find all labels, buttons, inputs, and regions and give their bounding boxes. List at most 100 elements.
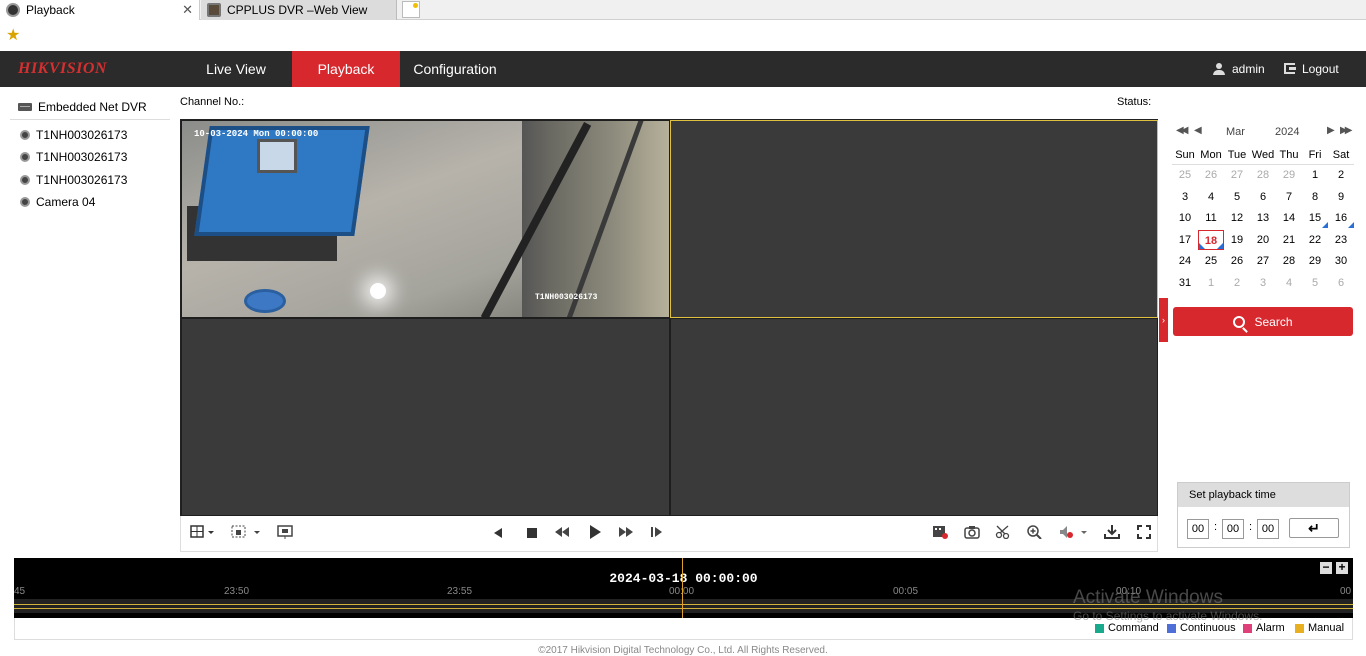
calendar-day[interactable]: 28 <box>1276 251 1302 271</box>
camera-item-3[interactable]: T1NH003026173 <box>20 173 127 187</box>
grid-layout-icon <box>190 525 214 538</box>
search-label: Search <box>1254 314 1293 329</box>
close-tab-icon[interactable]: ✕ <box>182 2 193 18</box>
calendar-day[interactable]: 29 <box>1302 251 1328 271</box>
calendar-day[interactable]: 31 <box>1172 273 1198 293</box>
frame-step-button[interactable] <box>648 525 666 543</box>
calendar-day[interactable]: 30 <box>1328 251 1354 271</box>
timeline-tick: 45 <box>14 586 26 597</box>
nav-playback[interactable]: Playback <box>292 51 400 87</box>
fast-forward-button[interactable] <box>617 525 635 543</box>
calendar-day[interactable]: 4 <box>1198 187 1224 207</box>
calendar-day[interactable]: 10 <box>1172 208 1198 228</box>
calendar-day[interactable]: 12 <box>1224 208 1250 228</box>
calendar-day[interactable]: 26 <box>1198 165 1224 185</box>
camera-item-2[interactable]: T1NH003026173 <box>20 150 127 164</box>
fullscreen-button[interactable] <box>1135 525 1153 543</box>
nav-live-view[interactable]: Live View <box>182 51 290 87</box>
prev-year-icon[interactable]: ◀◀ <box>1176 125 1189 136</box>
download-button[interactable] <box>1103 525 1121 543</box>
video-window-4[interactable] <box>670 318 1158 516</box>
capture-button[interactable] <box>963 525 981 543</box>
search-button[interactable]: Search <box>1173 307 1353 336</box>
new-tab-button[interactable] <box>402 1 420 18</box>
calendar-month[interactable]: Mar <box>1226 126 1245 138</box>
calendar-day[interactable]: 25 <box>1198 251 1224 271</box>
calendar-day[interactable]: 27 <box>1250 251 1276 271</box>
video-window-3[interactable] <box>181 318 670 516</box>
calendar-day[interactable]: 5 <box>1302 273 1328 293</box>
calendar-year[interactable]: 2024 <box>1275 126 1299 138</box>
next-year-icon[interactable]: ▶▶ <box>1340 125 1353 136</box>
reverse-play-button[interactable] <box>489 525 507 543</box>
next-month-icon[interactable]: ▶ <box>1327 125 1335 136</box>
calendar-day[interactable]: 2 <box>1224 273 1250 293</box>
video-window-2[interactable] <box>670 120 1158 318</box>
camera-item-1[interactable]: T1NH003026173 <box>20 128 127 142</box>
calendar-day[interactable]: 24 <box>1172 251 1198 271</box>
hour-field[interactable]: 00 <box>1187 519 1209 539</box>
calendar-day[interactable]: 22 <box>1302 230 1328 250</box>
tab-playback[interactable]: Playback ✕ <box>0 0 200 20</box>
timeline-cursor[interactable] <box>682 558 683 618</box>
calendar-day[interactable]: 27 <box>1224 165 1250 185</box>
tree-root-dvr[interactable]: Embedded Net DVR <box>18 100 147 114</box>
calendar-day[interactable]: 6 <box>1328 273 1354 293</box>
play-button[interactable] <box>586 525 604 543</box>
slow-forward-button[interactable] <box>553 525 571 543</box>
calendar-day[interactable]: 28 <box>1250 165 1276 185</box>
calendar-day[interactable]: 26 <box>1224 251 1250 271</box>
calendar-day[interactable]: 19 <box>1224 230 1250 250</box>
calendar-day[interactable]: 1 <box>1302 165 1328 185</box>
minute-field[interactable]: 00 <box>1222 519 1244 539</box>
glass-door <box>522 121 669 317</box>
calendar-day[interactable]: 4 <box>1276 273 1302 293</box>
favorites-star-icon[interactable]: ★ <box>6 27 20 45</box>
calendar-day[interactable]: 16 <box>1328 208 1354 229</box>
calendar-day[interactable]: 14 <box>1276 208 1302 228</box>
calendar-day[interactable]: 21 <box>1276 230 1302 250</box>
calendar-day[interactable]: 7 <box>1276 187 1302 207</box>
calendar-day[interactable]: 15 <box>1302 208 1328 229</box>
calendar-day[interactable]: 3 <box>1250 273 1276 293</box>
calendar-day[interactable]: 8 <box>1302 187 1328 207</box>
collapse-panel-handle[interactable]: › <box>1159 298 1168 342</box>
go-to-time-button[interactable]: ↵ <box>1289 518 1339 538</box>
clipping-button[interactable] <box>994 525 1012 543</box>
digital-zoom-button[interactable] <box>1026 525 1044 543</box>
calendar-day[interactable]: 20 <box>1250 230 1276 250</box>
calendar-day[interactable]: 3 <box>1172 187 1198 207</box>
calendar-day[interactable]: 11 <box>1198 208 1224 228</box>
audio-button[interactable] <box>1059 525 1089 543</box>
calendar-day[interactable]: 13 <box>1250 208 1276 228</box>
calendar-day[interactable]: 1 <box>1198 273 1224 293</box>
user-menu[interactable]: admin <box>1213 51 1265 87</box>
calendar-day[interactable]: 25 <box>1172 165 1198 185</box>
calendar-day[interactable]: 23 <box>1328 230 1354 250</box>
legend-continuous: Continuous <box>1167 622 1236 634</box>
calendar-day[interactable]: 6 <box>1250 187 1276 207</box>
tab-cpplus[interactable]: CPPLUS DVR –Web View <box>201 0 397 20</box>
prev-month-icon[interactable]: ◀ <box>1194 125 1202 136</box>
timeline-zoom-out-button[interactable]: − <box>1320 561 1332 574</box>
calendar-day[interactable]: 5 <box>1224 187 1250 207</box>
stop-all-icon[interactable] <box>276 525 294 543</box>
nav-configuration[interactable]: Configuration <box>400 51 510 87</box>
stop-button[interactable] <box>523 525 541 543</box>
calendar-day[interactable]: 29 <box>1276 165 1302 185</box>
legend-label: Manual <box>1308 622 1345 634</box>
calendar-day[interactable]: 2 <box>1328 165 1354 185</box>
dvr-favicon-icon <box>207 3 221 17</box>
video-window-1[interactable]: 10-03-2024 Mon 00:00:00 T1NH003026173 <box>181 120 670 318</box>
calendar-day[interactable]: 9 <box>1328 187 1354 207</box>
second-field[interactable]: 00 <box>1257 519 1279 539</box>
camera-item-4[interactable]: Camera 04 <box>20 195 95 209</box>
calendar-day[interactable]: 17 <box>1172 230 1198 250</box>
capture-mode-button[interactable] <box>231 525 261 543</box>
timeline-zoom-in-button[interactable]: + <box>1336 561 1348 574</box>
logout-button[interactable]: Logout <box>1284 51 1339 87</box>
clip-button[interactable] <box>931 525 949 543</box>
calendar-day[interactable]: 18 <box>1198 229 1224 250</box>
window-layout-button[interactable] <box>188 525 218 543</box>
atm-screen <box>257 139 297 173</box>
